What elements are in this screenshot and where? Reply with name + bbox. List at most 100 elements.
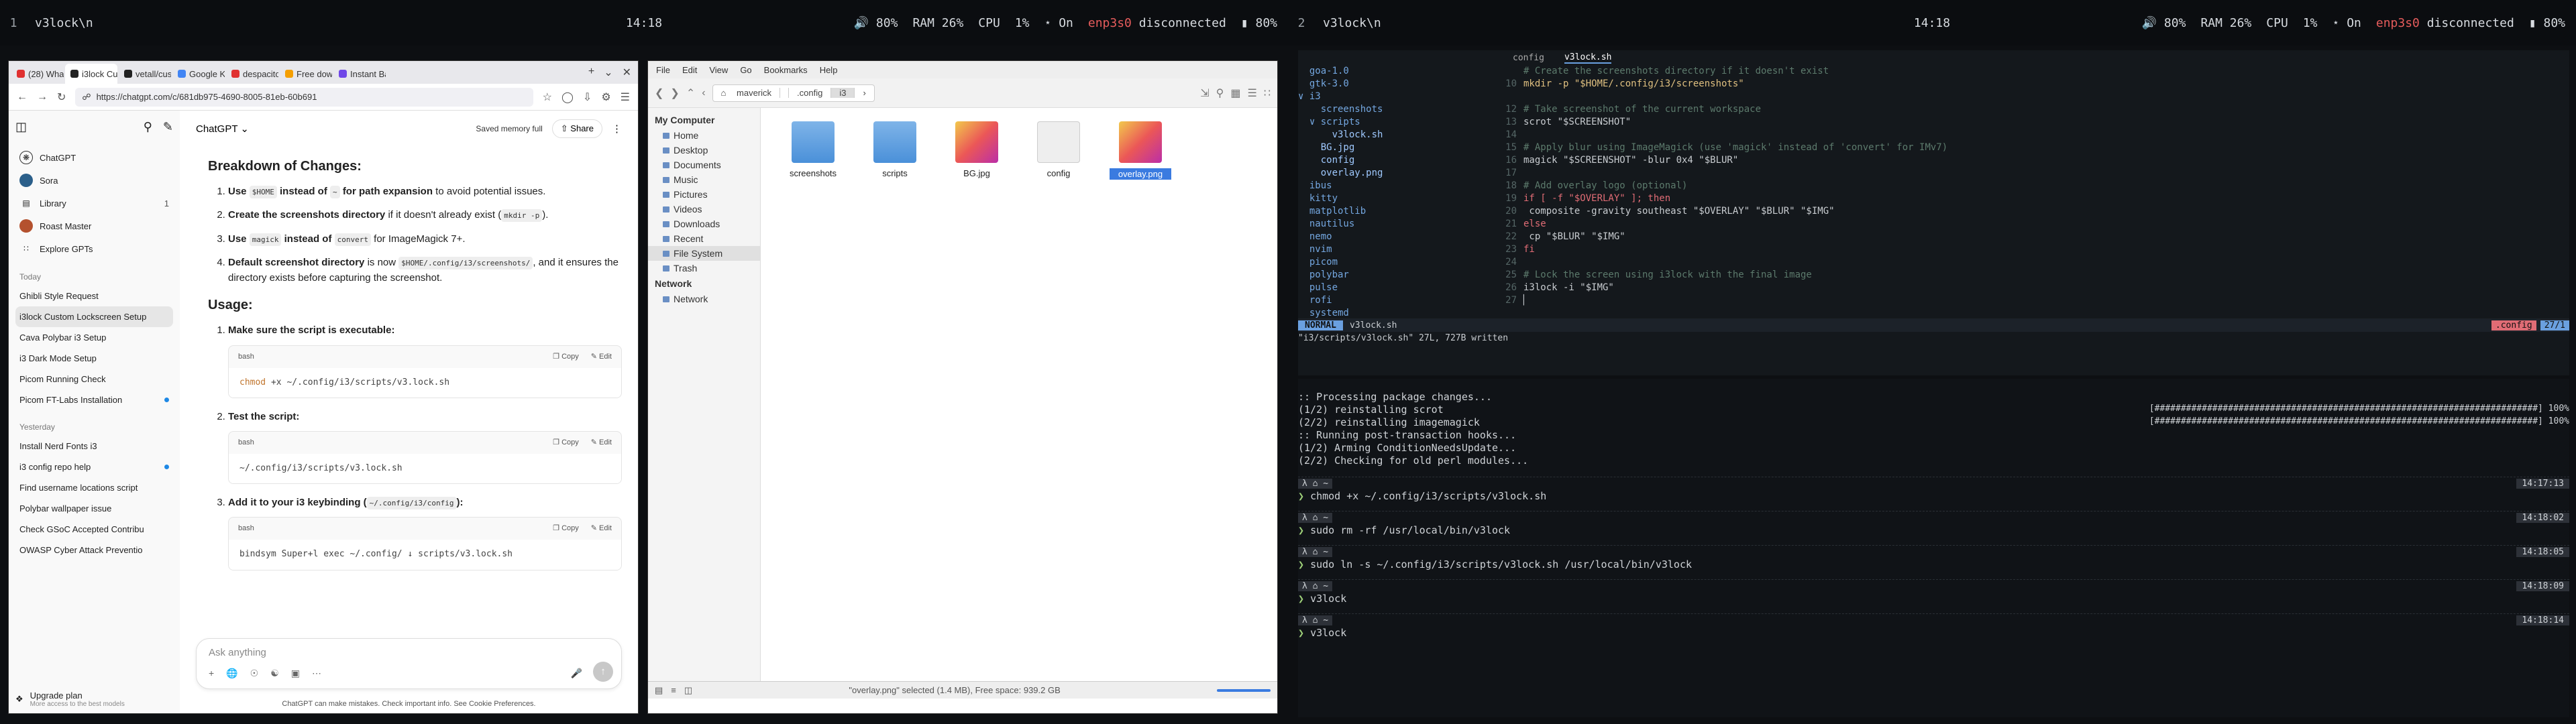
browser-tab[interactable]: (28) What's (11, 64, 64, 84)
menu-view[interactable]: View (709, 65, 728, 75)
browser-tab[interactable]: Free down (280, 64, 332, 84)
more-tools-icon[interactable]: ⋯ (312, 668, 321, 679)
tree-entry[interactable]: v3lock.sh (1298, 129, 1493, 141)
crumb-next-icon[interactable]: › (855, 88, 873, 98)
ask-input[interactable]: Ask anything (209, 647, 609, 658)
message-composer[interactable]: Ask anything + 🌐 ☉ ☯ ▣ ⋯ 🎤 ↑ (196, 638, 622, 689)
list-view-icon[interactable]: ☰ (1247, 86, 1256, 100)
tree-entry[interactable]: nvim (1298, 243, 1493, 256)
toggle-path-icon[interactable]: ⇲ (1200, 86, 1209, 100)
crumb-i3[interactable]: i3 (831, 88, 855, 98)
send-button[interactable]: ↑ (593, 662, 613, 682)
workspace-indicator[interactable]: 2 (1288, 16, 1315, 30)
icon-view-icon[interactable]: ▦ (1230, 86, 1240, 100)
history-item-selected[interactable]: i3lock Custom Lockscreen Setup (15, 306, 173, 327)
places-toggle-icon[interactable]: ▤ (655, 685, 663, 696)
zoom-slider[interactable] (1217, 688, 1271, 692)
history-item[interactable]: Picom Running Check (15, 369, 173, 389)
place-recent[interactable]: Recent (648, 231, 760, 246)
tree-entry[interactable]: polybar (1298, 269, 1493, 282)
plus-icon[interactable]: + (209, 668, 214, 679)
close-window-icon[interactable]: ✕ (623, 66, 631, 79)
sidebar-item-library[interactable]: ▤ Library 1 (15, 192, 173, 215)
toggle-sidebar-icon[interactable]: ◫ (15, 120, 27, 134)
browser-tab[interactable]: despacito I (226, 64, 278, 84)
copy-button[interactable]: ❐ Copy (553, 437, 579, 448)
history-item[interactable]: Polybar wallpaper issue (15, 498, 173, 519)
workspace-indicator[interactable]: 1 (0, 16, 27, 30)
hide-sidebar-icon[interactable]: ◫ (684, 685, 692, 696)
extensions-icon[interactable]: ⚙ (601, 90, 610, 104)
history-item[interactable]: Find username locations script (15, 477, 173, 498)
downloads-icon[interactable]: ⇩ (583, 90, 592, 104)
volume-indicator[interactable]: 🔊 80% (854, 16, 898, 30)
menu-edit[interactable]: Edit (682, 65, 697, 75)
tree-entry[interactable]: kitty (1298, 192, 1493, 205)
place-network[interactable]: Network (648, 292, 760, 306)
history-item[interactable]: Check GSoC Accepted Contribu (15, 519, 173, 540)
pocket-icon[interactable]: ◯ (561, 90, 574, 104)
edit-button[interactable]: ✎ Edit (591, 351, 612, 363)
tree-entry[interactable]: gtk-3.0 (1298, 78, 1493, 90)
network-header[interactable]: Network (648, 276, 760, 292)
place-home[interactable]: Home (648, 128, 760, 143)
file-item[interactable]: screenshots (782, 121, 844, 178)
history-item[interactable]: Install Nerd Fonts i3 (15, 436, 173, 457)
menu-file[interactable]: File (656, 65, 670, 75)
compact-view-icon[interactable]: ∷ (1264, 86, 1271, 100)
tree-entry[interactable]: ∨ scripts (1298, 116, 1493, 129)
bulb-icon[interactable]: ☉ (250, 668, 259, 679)
globe-icon[interactable]: 🌐 (226, 668, 237, 679)
browser-tab[interactable]: Instant Bac (333, 64, 386, 84)
sidebar-item-roast-master[interactable]: Roast Master (15, 215, 173, 237)
search-icon[interactable]: ⚲ (144, 120, 152, 134)
tree-entry[interactable]: rofi (1298, 294, 1493, 307)
new-chat-icon[interactable]: ✎ (163, 120, 173, 134)
tree-entry[interactable]: overlay.png (1298, 167, 1493, 180)
history-item[interactable]: Cava Polybar i3 Setup (15, 327, 173, 348)
place-desktop[interactable]: Desktop (648, 143, 760, 158)
search-icon[interactable]: ⚲ (1216, 86, 1224, 100)
code-area[interactable]: # Create the screenshots directory if it… (1493, 65, 1947, 307)
crumb-home[interactable]: ⌂ maverick (713, 88, 790, 98)
tree-entry[interactable]: BG.jpg (1298, 141, 1493, 154)
browser-tab-active[interactable]: i3lock Cu (65, 64, 117, 84)
crumb-config[interactable]: .config (789, 88, 832, 98)
back-icon[interactable]: ❮ (655, 86, 663, 100)
copy-button[interactable]: ❐ Copy (553, 523, 579, 534)
tree-entry[interactable]: nautilus (1298, 218, 1493, 231)
place-file-system[interactable]: File System (648, 246, 760, 261)
back-icon[interactable]: ← (17, 91, 28, 103)
forward-icon[interactable]: ❯ (670, 86, 679, 100)
memory-status[interactable]: Saved memory full (476, 124, 542, 133)
copy-button[interactable]: ❐ Copy (553, 351, 579, 363)
tree-entry[interactable]: config (1298, 154, 1493, 167)
tab-list-icon[interactable]: ⌄ (604, 66, 612, 79)
file-item[interactable]: scripts (864, 121, 926, 178)
file-item[interactable]: config (1028, 121, 1089, 178)
place-documents[interactable]: Documents (648, 158, 760, 172)
sidebar-item-explore-gpts[interactable]: ∷ Explore GPTs (15, 237, 173, 260)
tree-entry[interactable]: nemo (1298, 231, 1493, 243)
menu-go[interactable]: Go (740, 65, 751, 75)
terminal[interactable]: :: Processing package changes... (1/2) r… (1298, 379, 2569, 717)
place-videos[interactable]: Videos (648, 202, 760, 217)
tree-toggle-icon[interactable]: ≡ (671, 685, 676, 695)
browser-tab[interactable]: vetall/cust (119, 64, 171, 84)
bookmark-star-icon[interactable]: ☆ (543, 90, 552, 104)
tree-entry[interactable]: ∨ i3 (1298, 90, 1493, 103)
edit-button[interactable]: ✎ Edit (591, 523, 612, 534)
menu-bookmarks[interactable]: Bookmarks (764, 65, 808, 75)
mic-icon[interactable]: 🎤 (571, 668, 582, 679)
research-icon[interactable]: ☯ (270, 668, 279, 679)
sidebar-item-sora[interactable]: Sora (15, 169, 173, 192)
share-button[interactable]: ⇧ Share (551, 119, 602, 138)
place-trash[interactable]: Trash (648, 261, 760, 276)
history-item[interactable]: Picom FT-Labs Installation (15, 389, 173, 410)
place-downloads[interactable]: Downloads (648, 217, 760, 231)
menu-help[interactable]: Help (820, 65, 838, 75)
tab-config[interactable]: config (1513, 53, 1544, 63)
menu-icon[interactable]: ☰ (621, 90, 630, 104)
tree-entry[interactable]: screenshots (1298, 103, 1493, 116)
volume-indicator[interactable]: 🔊 80% (2142, 16, 2186, 30)
